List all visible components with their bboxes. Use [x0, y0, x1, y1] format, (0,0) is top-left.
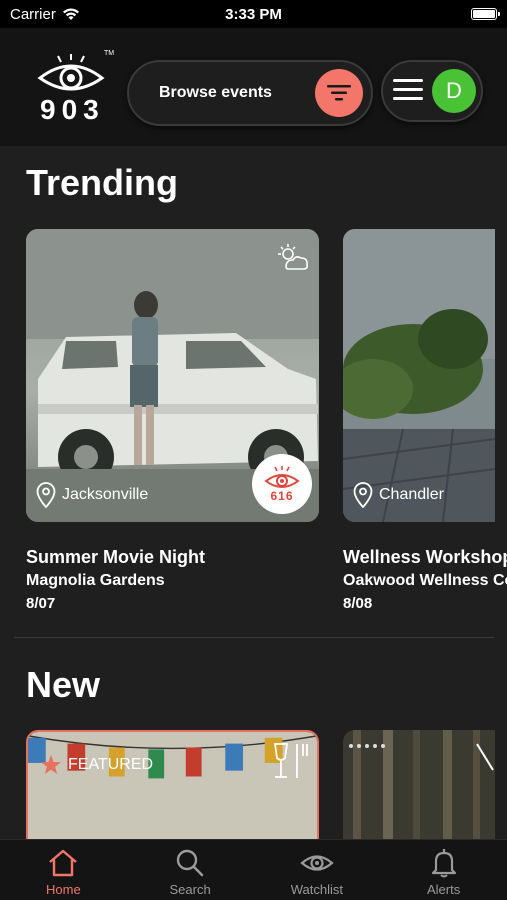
- wifi-icon: [62, 8, 79, 20]
- tab-alerts[interactable]: Alerts: [380, 840, 507, 900]
- section-divider: [14, 637, 494, 638]
- star-icon: [41, 755, 61, 774]
- featured-badge: FEATURED: [40, 754, 153, 776]
- tab-label: Alerts: [427, 882, 461, 897]
- location-label: Jacksonville: [36, 482, 148, 508]
- location-pin-icon: [353, 482, 373, 508]
- event-card[interactable]: Chandler: [343, 229, 495, 522]
- location-text: Jacksonville: [62, 486, 149, 503]
- browse-events-button[interactable]: Browse events: [127, 60, 373, 126]
- event-card[interactable]: [343, 730, 495, 840]
- event-card[interactable]: Jacksonville 616: [26, 229, 319, 522]
- location-label: Chandler: [353, 482, 444, 508]
- tab-watchlist[interactable]: Watchlist: [254, 840, 381, 900]
- featured-label: FEATURED: [68, 756, 154, 773]
- event-photo: [343, 229, 495, 522]
- menu-profile-pill: D: [381, 60, 483, 122]
- bell-icon: [431, 849, 456, 878]
- tab-label: Search: [169, 882, 211, 897]
- featured-event-card[interactable]: FEATURED: [26, 730, 319, 850]
- logo-text: 903: [40, 94, 105, 125]
- filter-icon: [327, 85, 351, 101]
- home-icon: [49, 849, 78, 877]
- bottom-tab-bar: Home Search Watchlist Alerts: [0, 839, 507, 900]
- tab-label: Home: [46, 882, 81, 897]
- battery-icon: [471, 8, 500, 20]
- weather-icon: [278, 244, 308, 270]
- filter-button[interactable]: [315, 69, 363, 117]
- location-pin-icon: [36, 482, 56, 508]
- status-bar: Carrier 3:33 PM: [0, 0, 507, 28]
- new-title: New: [26, 664, 101, 705]
- tab-home[interactable]: Home: [0, 840, 127, 900]
- status-left: Carrier: [10, 6, 190, 23]
- location-text: Chandler: [379, 486, 444, 503]
- eye-icon: [264, 466, 300, 488]
- avatar[interactable]: D: [432, 69, 476, 113]
- event-venue: Oakwood Wellness Center: [343, 572, 507, 589]
- event-title[interactable]: Wellness Workshop: [343, 547, 507, 568]
- logo-eye-icon: [37, 54, 105, 91]
- event-title[interactable]: Summer Movie Night: [26, 547, 326, 568]
- app-header: TM 903 Browse events D: [0, 28, 507, 146]
- trending-title: Trending: [26, 162, 178, 203]
- event-photo: [343, 730, 495, 840]
- drinks-dining-icon: [273, 743, 308, 778]
- event-date: 8/08: [343, 595, 373, 612]
- logo-trademark: TM: [104, 50, 115, 57]
- event-venue: Magnolia Gardens: [26, 572, 165, 589]
- eye-icon: [300, 855, 334, 871]
- browse-events-label: Browse events: [159, 84, 272, 101]
- views-badge: 616: [252, 454, 312, 514]
- tab-label: Watchlist: [290, 882, 343, 897]
- tab-search[interactable]: Search: [127, 840, 254, 900]
- app-logo[interactable]: TM 903: [30, 50, 116, 130]
- status-time: 3:33 PM: [225, 5, 282, 23]
- carrier-label: Carrier: [10, 5, 56, 23]
- hamburger-menu-icon[interactable]: [393, 79, 423, 103]
- views-count: 616: [270, 489, 294, 503]
- search-icon: [176, 849, 204, 877]
- event-date: 8/07: [26, 595, 56, 612]
